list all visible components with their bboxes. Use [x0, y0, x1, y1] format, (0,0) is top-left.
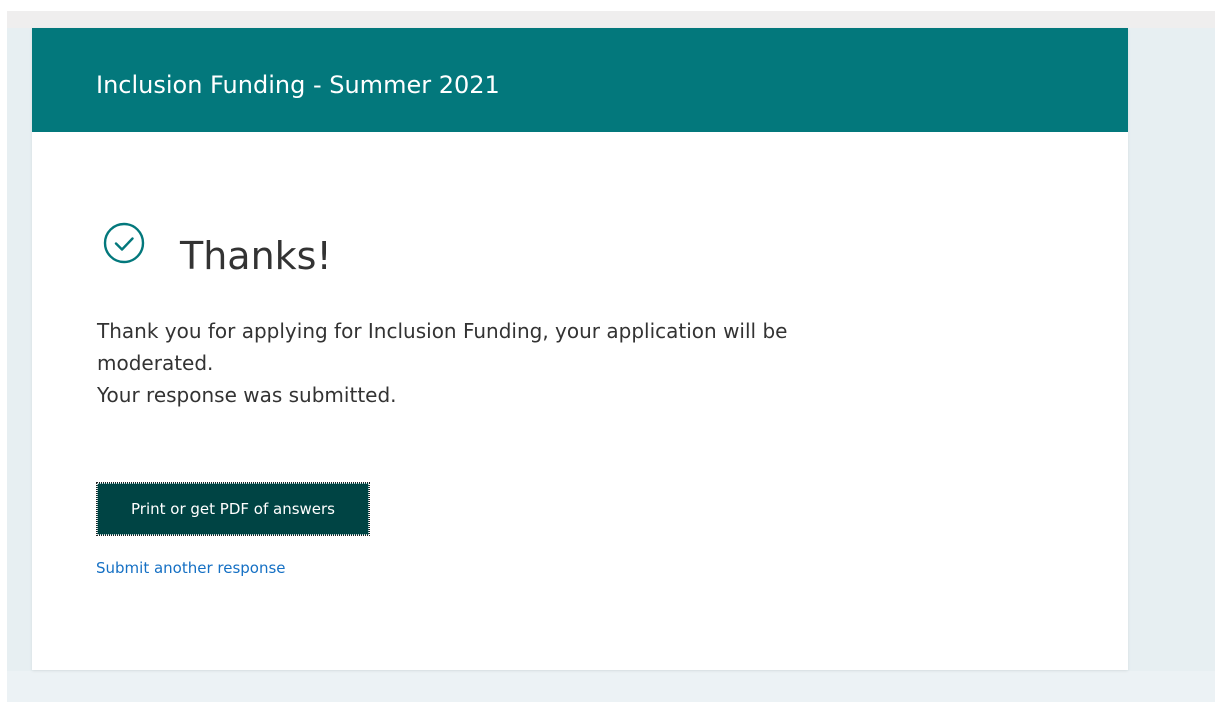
form-card: Inclusion Funding - Summer 2021 Thanks! …: [32, 28, 1128, 670]
confirmation-message: Thank you for applying for Inclusion Fun…: [97, 315, 957, 411]
form-title: Inclusion Funding - Summer 2021: [96, 71, 500, 99]
left-gutter: [0, 11, 7, 702]
bottom-strip: [7, 671, 1215, 702]
thanks-heading: Thanks!: [180, 234, 332, 278]
submitted-status: Your response was submitted.: [97, 383, 397, 407]
form-header-banner: Inclusion Funding - Summer 2021: [32, 28, 1128, 132]
checkmark-circle-icon: [103, 222, 145, 264]
print-pdf-button[interactable]: Print or get PDF of answers: [96, 482, 370, 536]
message-line-2: moderated.: [97, 351, 214, 375]
message-line-1: Thank you for applying for Inclusion Fun…: [97, 319, 788, 343]
submit-another-response-link[interactable]: Submit another response: [96, 557, 286, 579]
top-strip: [0, 11, 1215, 28]
